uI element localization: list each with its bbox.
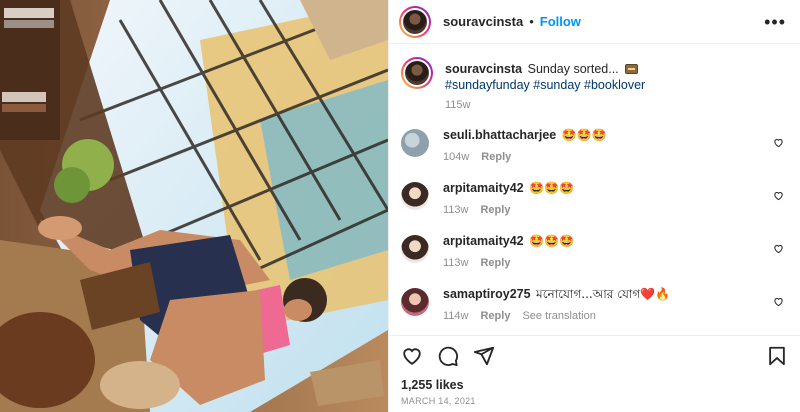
like-comment-icon[interactable] xyxy=(773,296,784,307)
caption-text: Sunday sorted... xyxy=(527,62,619,76)
reply-button[interactable]: Reply xyxy=(481,151,511,163)
comment-row: samaptiroy275 মনোযোগ...আর যোগ❤️🔥 114w Re… xyxy=(401,286,786,322)
book-emoji xyxy=(625,64,639,74)
like-comment-icon[interactable] xyxy=(773,137,784,148)
like-icon[interactable] xyxy=(401,345,423,367)
comment-icon[interactable] xyxy=(437,345,459,367)
comment-row: arpitamaity42 🤩🤩🤩 113w Reply xyxy=(401,233,786,269)
comment-time: 113w xyxy=(443,204,469,216)
reply-button[interactable]: Reply xyxy=(480,204,510,216)
comment-row: seuli.bhattacharjee 🤩🤩🤩 104w Reply xyxy=(401,127,786,163)
reply-button[interactable]: Reply xyxy=(480,310,510,322)
action-bar xyxy=(389,335,800,375)
like-comment-icon[interactable] xyxy=(773,243,784,254)
caption: souravcinsta Sunday sorted... #sundayfun… xyxy=(401,57,786,111)
comment-username[interactable]: seuli.bhattacharjee xyxy=(443,128,556,142)
post-side-panel: souravcinsta • Follow ••• souravcinsta S… xyxy=(388,0,800,412)
see-translation-button[interactable]: See translation xyxy=(522,310,595,322)
comment-username[interactable]: arpitamaity42 xyxy=(443,181,524,195)
comment-time: 114w xyxy=(443,310,469,322)
commenter-avatar[interactable] xyxy=(401,288,429,316)
comment-time: 104w xyxy=(443,151,470,163)
caption-time: 115w xyxy=(445,99,471,111)
comment-row: arpitamaity42 🤩🤩🤩 113w Reply xyxy=(401,180,786,216)
caption-username[interactable]: souravcinsta xyxy=(445,62,522,76)
comment-text: 🤩🤩🤩 xyxy=(529,181,574,195)
commenter-avatar[interactable] xyxy=(401,235,429,263)
comment-username[interactable]: arpitamaity42 xyxy=(443,234,524,248)
more-options-icon[interactable]: ••• xyxy=(764,13,786,31)
commenter-avatar[interactable] xyxy=(401,182,429,210)
hashtag-link[interactable]: #booklover xyxy=(584,78,645,92)
reply-button[interactable]: Reply xyxy=(480,257,510,269)
comment-username[interactable]: samaptiroy275 xyxy=(443,287,531,301)
commenter-avatar[interactable] xyxy=(401,129,429,157)
photo-illustration xyxy=(0,0,388,412)
like-comment-icon[interactable] xyxy=(773,190,784,201)
author-username[interactable]: souravcinsta xyxy=(443,14,523,29)
comments-list[interactable]: souravcinsta Sunday sorted... #sundayfun… xyxy=(389,45,800,335)
comment-text: মনোযোগ...আর যোগ❤️🔥 xyxy=(536,287,671,301)
separator-dot: • xyxy=(529,14,534,29)
follow-button[interactable]: Follow xyxy=(540,14,581,29)
comment-text: 🤩🤩🤩 xyxy=(561,128,607,142)
post-header: souravcinsta • Follow ••• xyxy=(389,0,800,44)
comment-time: 113w xyxy=(443,257,469,269)
share-icon[interactable] xyxy=(473,345,495,367)
hashtag-link[interactable]: #sundayfunday xyxy=(445,78,530,92)
save-icon[interactable] xyxy=(766,345,788,367)
post-date: MARCH 14, 2021 xyxy=(401,396,476,406)
hashtag-link[interactable]: #sunday xyxy=(533,78,580,92)
comment-text: 🤩🤩🤩 xyxy=(529,234,574,248)
caption-avatar[interactable] xyxy=(401,57,433,89)
post-photo[interactable] xyxy=(0,0,388,412)
author-avatar[interactable] xyxy=(399,5,431,38)
likes-count[interactable]: 1,255 likes xyxy=(401,378,464,392)
